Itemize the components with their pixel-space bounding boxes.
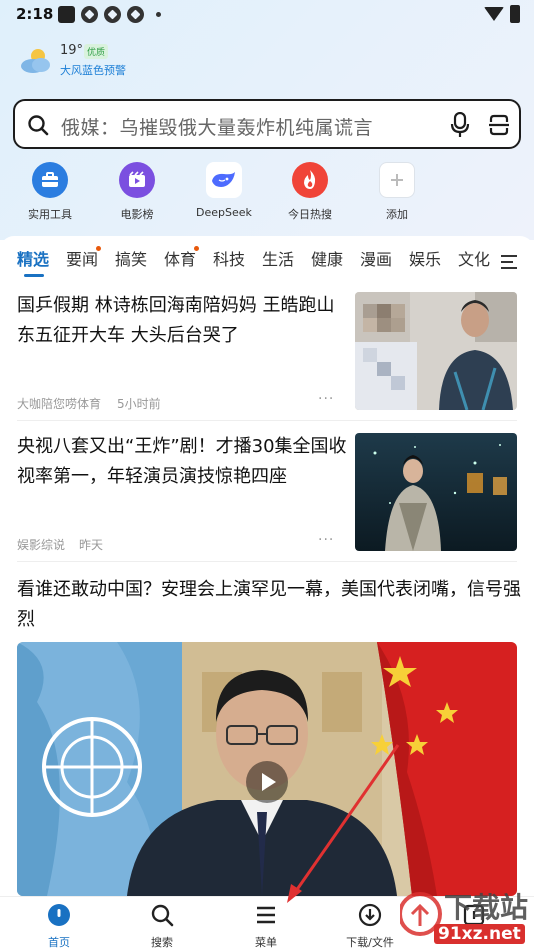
nav-label: 首页 xyxy=(48,936,70,949)
shortcut-tools[interactable]: 实用工具 xyxy=(15,162,85,222)
tab-sports-dot xyxy=(194,246,199,251)
weather-alert[interactable]: 大风蓝色预警 xyxy=(60,62,126,78)
tab-entertainment[interactable]: 娱乐 xyxy=(409,246,441,270)
menu-icon xyxy=(257,906,275,924)
watermark-domain: 91xz.net xyxy=(434,924,525,944)
nav-downloads[interactable]: 下载/文件 xyxy=(330,903,410,950)
tab-health[interactable]: 健康 xyxy=(311,246,343,270)
shortcut-movie-chart[interactable]: 电影榜 xyxy=(102,162,172,222)
tab-funny[interactable]: 搞笑 xyxy=(115,246,147,270)
film-icon xyxy=(119,162,155,198)
microphone-icon[interactable] xyxy=(449,112,471,138)
air-quality-badge: 优质 xyxy=(84,44,109,59)
nav-home[interactable]: 首页 xyxy=(19,903,99,950)
toolbox-icon xyxy=(32,162,68,198)
status-bar: 2:18 xyxy=(0,0,534,30)
battery-icon xyxy=(510,5,520,23)
nav-search[interactable]: 搜索 xyxy=(122,903,202,950)
pinwheel-notification-icon xyxy=(81,6,98,23)
news-time: 5小时前 xyxy=(117,397,161,411)
site-watermark: 下载站 91xz.net xyxy=(398,884,534,950)
tab-tech[interactable]: 科技 xyxy=(213,246,245,270)
tab-culture[interactable]: 文化 xyxy=(458,246,490,270)
search-input[interactable]: 俄媒：乌摧毁俄大量轰炸机纯属谎言 xyxy=(61,113,373,140)
shortcut-label: 今日热搜 xyxy=(288,208,332,221)
shortcut-label: 实用工具 xyxy=(28,208,72,221)
shortcut-label: 电影榜 xyxy=(120,208,154,221)
shortcut-label: DeepSeek xyxy=(196,206,252,219)
news-video-thumbnail[interactable] xyxy=(17,642,517,896)
partly-cloudy-icon xyxy=(21,49,50,73)
pinwheel-notification-icon xyxy=(104,6,121,23)
tab-sports[interactable]: 体育 xyxy=(164,246,196,270)
tab-comics[interactable]: 漫画 xyxy=(360,246,392,270)
wifi-icon xyxy=(484,7,504,21)
news-title[interactable]: 国乒假期 林诗栋回海南陪妈妈 王皓跑山东五征开大车 大头后台哭了 xyxy=(17,291,342,351)
news-title[interactable]: 看谁还敢动中国？安理会上演罕见一幕，美国代表闭嘴，信号强烈 xyxy=(17,575,522,635)
nav-label: 菜单 xyxy=(255,936,277,949)
news-title[interactable]: 央视八套又出“王炸”剧！才播30集全国收视率第一，年轻演员演技惊艳四座 xyxy=(17,432,347,492)
news-source: 娱影综说 xyxy=(17,538,66,552)
pinwheel-notification-icon xyxy=(127,6,144,23)
home-icon xyxy=(48,904,70,926)
status-time: 2:18 xyxy=(16,5,54,23)
tab-news-dot xyxy=(96,246,101,251)
more-notifications-dot xyxy=(156,12,161,17)
shortcut-add[interactable]: 添加 xyxy=(362,162,432,222)
play-icon[interactable] xyxy=(245,760,289,804)
nav-label: 下载/文件 xyxy=(346,936,394,949)
deepseek-whale-icon xyxy=(206,162,242,198)
news-thumbnail[interactable] xyxy=(355,292,517,410)
notification-icons xyxy=(58,6,161,23)
search-icon xyxy=(28,115,49,136)
nav-label: 搜索 xyxy=(151,936,173,949)
weather-temperature: 19° xyxy=(60,43,84,58)
system-icons xyxy=(484,5,520,23)
divider xyxy=(17,420,517,421)
app-notification-icon xyxy=(58,6,75,23)
nav-menu[interactable]: 菜单 xyxy=(226,903,306,950)
shortcut-hot-search[interactable]: 今日热搜 xyxy=(275,162,345,222)
drama-still-photo xyxy=(355,433,517,551)
tab-life[interactable]: 生活 xyxy=(262,246,294,270)
more-options-icon[interactable]: ··· xyxy=(318,532,334,548)
weather-widget[interactable]: 19° 优质 大风蓝色预警 xyxy=(18,42,218,82)
plus-icon xyxy=(379,162,415,198)
channel-tabs: 精选 要闻 搞笑 体育 科技 生活 健康 漫画 娱乐 文化 xyxy=(0,244,534,278)
news-source: 大咖陪您唠体育 xyxy=(17,397,102,411)
shortcut-deepseek[interactable]: DeepSeek xyxy=(189,162,259,219)
search-icon xyxy=(151,904,174,927)
scan-icon[interactable] xyxy=(487,113,511,137)
sports-photo xyxy=(355,292,517,410)
shortcut-label: 添加 xyxy=(386,208,408,221)
divider xyxy=(17,561,517,562)
search-bar[interactable]: 俄媒：乌摧毁俄大量轰炸机纯属谎言 xyxy=(13,99,521,149)
download-icon xyxy=(358,903,382,927)
channel-menu-icon[interactable] xyxy=(500,254,518,270)
tab-news[interactable]: 要闻 xyxy=(66,246,98,270)
watermark-text: 下载站 xyxy=(444,891,529,924)
news-thumbnail[interactable] xyxy=(355,433,517,551)
news-time: 昨天 xyxy=(79,538,104,552)
more-options-icon[interactable]: ··· xyxy=(318,391,334,407)
flame-icon xyxy=(292,162,328,198)
active-tab-indicator xyxy=(24,274,44,277)
tab-featured[interactable]: 精选 xyxy=(17,246,49,270)
